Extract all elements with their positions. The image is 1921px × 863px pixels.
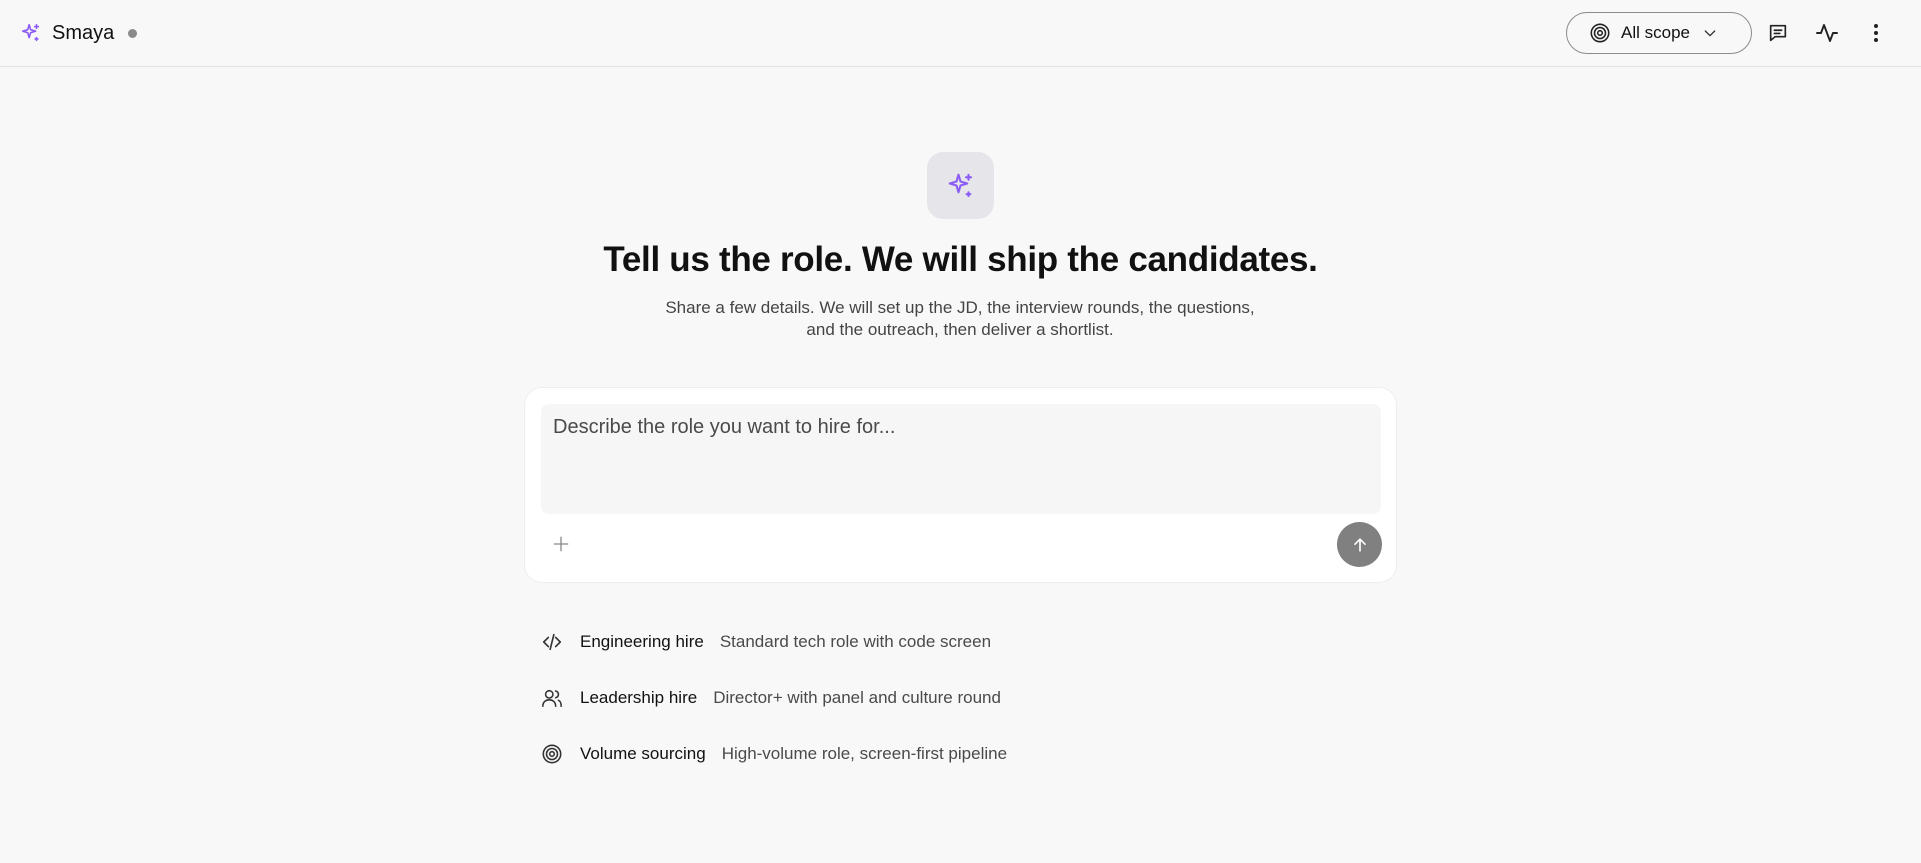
scope-selector[interactable]: All scope [1566, 12, 1752, 54]
composer [524, 387, 1397, 583]
chevron-down-icon [1702, 25, 1718, 41]
suggestion-volume-sourcing[interactable]: Volume sourcing High-volume role, screen… [540, 736, 1007, 772]
arrow-up-icon [1353, 537, 1366, 552]
more-vertical-icon[interactable] [1863, 20, 1889, 46]
chat-icon[interactable] [1765, 20, 1791, 46]
brand[interactable]: Smaya [20, 19, 138, 47]
role-description-input[interactable] [541, 404, 1381, 514]
scope-label: All scope [1621, 23, 1690, 42]
suggestion-description: Director+ with panel and culture round [713, 688, 1001, 707]
add-attachment-button[interactable] [547, 530, 575, 558]
target-icon [540, 742, 564, 766]
status-dot [128, 28, 138, 38]
users-icon [540, 686, 564, 710]
app-name: Smaya [52, 21, 115, 44]
target-icon [1589, 22, 1611, 44]
suggestion-title: Volume sourcing [580, 744, 706, 763]
plus-icon [553, 536, 569, 552]
suggestion-description: High-volume role, screen-first pipeline [721, 744, 1008, 763]
suggestion-title: Leadership hire [580, 688, 698, 707]
sparkles-icon [20, 22, 42, 44]
top-bar: Smaya All scope [0, 0, 1921, 67]
page-subtitle: Share a few details. We will set up the … [665, 298, 1255, 339]
sparkles-icon [948, 173, 972, 197]
code-icon [540, 630, 564, 654]
send-button[interactable] [1337, 522, 1382, 567]
suggestion-engineering-hire[interactable]: Engineering hire Standard tech role with… [540, 624, 1007, 660]
suggestion-leadership-hire[interactable]: Leadership hire Director+ with panel and… [540, 680, 1007, 716]
suggestion-description: Standard tech role with code screen [719, 632, 992, 651]
page-title: Tell us the role. We will ship the candi… [603, 240, 1318, 279]
suggestion-list: Engineering hire Standard tech role with… [540, 624, 1007, 792]
suggestion-title: Engineering hire [580, 632, 704, 651]
hero-sparkles-icon [927, 152, 994, 219]
activity-icon[interactable] [1814, 20, 1840, 46]
